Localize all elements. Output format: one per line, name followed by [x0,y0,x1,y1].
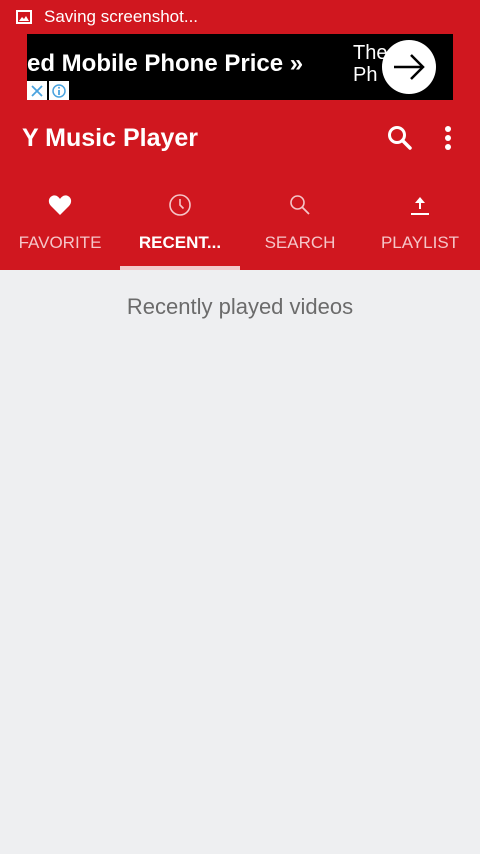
ad-info-button[interactable] [49,81,69,100]
status-notification-text: Saving screenshot... [44,7,199,26]
close-icon [31,84,43,97]
tab-recent[interactable]: RECENT... [120,180,240,270]
tab-bar: FAVORITE RECENT... SEARCH PLAYLIST [0,180,480,270]
tab-playlist[interactable]: PLAYLIST [360,180,480,270]
empty-state-message: Recently played videos [126,294,354,319]
upload-icon [407,192,433,218]
tab-label-recent: RECENT... [138,233,222,252]
tab-label-playlist: PLAYLIST [380,233,460,252]
tab-favorite[interactable]: FAVORITE [0,180,120,270]
tab-search[interactable]: SEARCH [240,180,360,270]
clock-icon [167,192,193,218]
heart-icon [47,192,73,218]
search-button[interactable] [386,124,414,152]
arrow-right-icon [394,54,425,80]
ad-close-button[interactable] [27,81,47,100]
app-title: Y Music Player [22,124,199,152]
tab-label-favorite: FAVORITE [18,233,102,252]
more-vert-icon [445,126,451,150]
active-tab-indicator [120,266,240,270]
status-bar: Saving screenshot... [0,0,480,34]
info-icon [52,83,66,98]
overflow-menu-button[interactable] [436,122,460,154]
search-icon [287,192,313,218]
ad-headline[interactable]: ed Mobile Phone Price » [27,50,303,78]
image-icon [16,10,32,24]
ad-arrow-button[interactable] [382,40,436,94]
search-icon [388,126,412,150]
ad-controls [27,81,71,100]
tab-label-search: SEARCH [264,233,336,252]
ad-banner[interactable]: ed Mobile Phone Price » The Ph [27,34,453,100]
app-header: Saving screenshot... ed Mobile Phone Pri… [0,0,480,270]
